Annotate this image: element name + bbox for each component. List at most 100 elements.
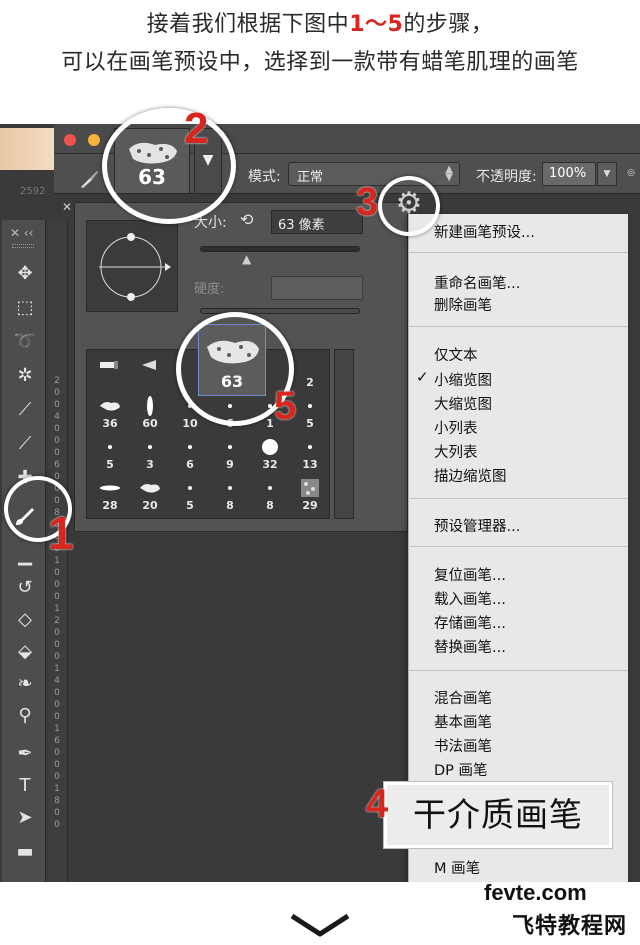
menu-small-list[interactable]: 小列表 [434, 417, 478, 438]
reset-size-icon[interactable]: ⟲ [240, 210, 253, 229]
menu-large-list[interactable]: 大列表 [434, 441, 478, 462]
brush-tip-icon [131, 354, 169, 376]
opacity-input[interactable]: 100% [542, 162, 596, 186]
brush-tip-icon [131, 436, 169, 458]
size-slider[interactable] [200, 246, 360, 252]
marquee-tool-icon[interactable]: ⬚ [12, 296, 38, 320]
blur-tool-icon[interactable]: ❧ [12, 672, 38, 696]
move-tool-icon[interactable]: ✥ [12, 262, 38, 286]
type-tool-icon[interactable]: T [12, 774, 38, 798]
menu-stroke-thumbnail[interactable]: 描边缩览图 [434, 465, 507, 486]
brush-preset-size: 60 [142, 417, 158, 430]
crop-tool-icon[interactable]: ⟋ [12, 398, 38, 422]
ruler-tick-label: 0 [54, 652, 60, 662]
brush-preset-cell[interactable]: 60 [131, 395, 169, 435]
brush-preset-cell[interactable]: 29 [291, 477, 329, 517]
size-slider-thumb[interactable]: ▲ [242, 252, 251, 266]
brush-preset-cell[interactable]: 3 [131, 436, 169, 476]
menu-calligraphic-brushes[interactable]: 书法画笔 [434, 735, 492, 756]
ruler-tick-label: 0 [54, 388, 60, 398]
magic-wand-tool-icon[interactable]: ✲ [12, 364, 38, 388]
brush-preset-size: 36 [102, 417, 118, 430]
brush-preset-size: 5 [186, 499, 194, 512]
brush-preset-cell[interactable] [131, 354, 169, 394]
opacity-dropdown-icon[interactable]: ▼ [597, 162, 617, 186]
window-minimize-button[interactable] [88, 134, 100, 146]
brush-angle-roundness-control[interactable] [86, 220, 178, 312]
menu-load-brushes[interactable]: 载入画笔... [434, 588, 506, 609]
brush-preset-cell[interactable]: 6 [171, 436, 209, 476]
brush-icon[interactable] [78, 168, 100, 194]
menu-new-brush-preset[interactable]: 新建画笔预设... [434, 221, 535, 242]
brush-preset-cell[interactable] [91, 354, 129, 394]
dodge-tool-icon[interactable]: ⚲ [12, 704, 38, 728]
ruler-tick-label: 1 [54, 604, 60, 614]
brush-preset-cell[interactable]: 20 [131, 477, 169, 517]
chevron-down-icon [288, 912, 352, 944]
brush-preset-cell[interactable]: 32 [251, 436, 289, 476]
brush-preset-cell[interactable]: 8 [251, 477, 289, 517]
window-close-button[interactable] [64, 134, 76, 146]
ruler-tick-label: 0 [54, 712, 60, 722]
menu-basic-brushes[interactable]: 基本画笔 [434, 711, 492, 732]
menu-text-only[interactable]: 仅文本 [434, 344, 478, 365]
ruler-tick-label: 0 [54, 700, 60, 710]
menu-preset-manager[interactable]: 预设管理器... [434, 515, 520, 536]
brush-preset-cell[interactable]: 5 [291, 395, 329, 435]
size-input[interactable]: 63 像素 [271, 210, 363, 234]
ruler-tick-label: 4 [54, 676, 60, 686]
menu-small-thumbnail[interactable]: 小缩览图 [434, 369, 492, 390]
menu-delete-brush[interactable]: 删除画笔 [434, 294, 492, 315]
brush-preset-cell[interactable]: 13 [291, 436, 329, 476]
shape-tool-icon[interactable]: ▬ [12, 840, 38, 864]
tools-grip[interactable] [12, 244, 34, 248]
menu-large-thumbnail[interactable]: 大缩览图 [434, 393, 492, 414]
brush-preset-size: 32 [262, 458, 278, 471]
ruler-tick-label: 0 [54, 436, 60, 446]
brush-preset-cell[interactable]: 8 [211, 477, 249, 517]
menu-rename-brush[interactable]: 重命名画笔... [434, 272, 520, 293]
hardness-input[interactable] [271, 276, 363, 300]
brush-tip-icon [131, 477, 169, 499]
ruler-tick-label: 0 [54, 580, 60, 590]
menu-reset-brushes[interactable]: 复位画笔... [434, 564, 506, 585]
eraser-tool-icon[interactable]: ◇ [12, 608, 38, 632]
brush-preset-size: 20 [142, 499, 158, 512]
menu-replace-brushes[interactable]: 替换画笔... [434, 636, 506, 657]
tools-close-icon[interactable]: ✕ ‹‹ [10, 226, 33, 240]
menu-dp-brushes[interactable]: DP 画笔 [434, 759, 488, 780]
brush-preset-cell[interactable]: 5 [171, 477, 209, 517]
paint-bucket-tool-icon[interactable]: ⬙ [12, 640, 38, 664]
menu-mixed-brushes[interactable]: 混合画笔 [434, 687, 492, 708]
stamp-tool-icon[interactable]: ▁ [12, 544, 38, 568]
ruler-tick-label: 0 [54, 760, 60, 770]
path-select-tool-icon[interactable]: ➤ [12, 806, 38, 830]
caption-text-end: 的步骤， [403, 12, 494, 37]
brush-preset-cell[interactable]: 36 [91, 395, 129, 435]
brush-preset-size: 13 [302, 458, 318, 471]
brush-preset-cell[interactable]: 5 [91, 436, 129, 476]
eyedropper-tool-icon[interactable]: ⟋ [12, 432, 38, 456]
step-number-2: 2 [184, 104, 209, 153]
preset-grid-scrollbar[interactable] [334, 349, 354, 519]
ruler-tick-label: 0 [54, 808, 60, 818]
picker-close-icon[interactable]: ✕ [62, 200, 72, 214]
brush-preset-cell[interactable]: 2 [291, 354, 329, 394]
brush-tip-icon [91, 477, 129, 499]
ruler-tick-label: 6 [54, 460, 60, 470]
caption-line-2: 可以在画笔预设中，选择到一款带有蜡笔肌理的画笔 [61, 50, 579, 75]
brush-preset-cell[interactable]: 28 [91, 477, 129, 517]
ruler-tick-label: 2 [54, 376, 60, 386]
caption-text: 接着我们根据下图中 [146, 12, 350, 37]
menu-save-brushes[interactable]: 存储画笔... [434, 612, 506, 633]
step-number-1: 1 [48, 507, 74, 559]
ruler-tick-label: 0 [54, 568, 60, 578]
lasso-tool-icon[interactable]: ➰ [12, 330, 38, 354]
menu-m-brushes[interactable]: M 画笔 [434, 857, 480, 878]
history-brush-tool-icon[interactable]: ↺ [12, 576, 38, 600]
pressure-icon[interactable]: ◎ [622, 162, 640, 186]
brush-preset-cell[interactable]: 9 [211, 436, 249, 476]
pen-tool-icon[interactable]: ✒ [12, 742, 38, 766]
brush-tip-icon [251, 436, 289, 458]
dry-media-brushes-callout[interactable]: 干介质画笔 [384, 782, 612, 848]
